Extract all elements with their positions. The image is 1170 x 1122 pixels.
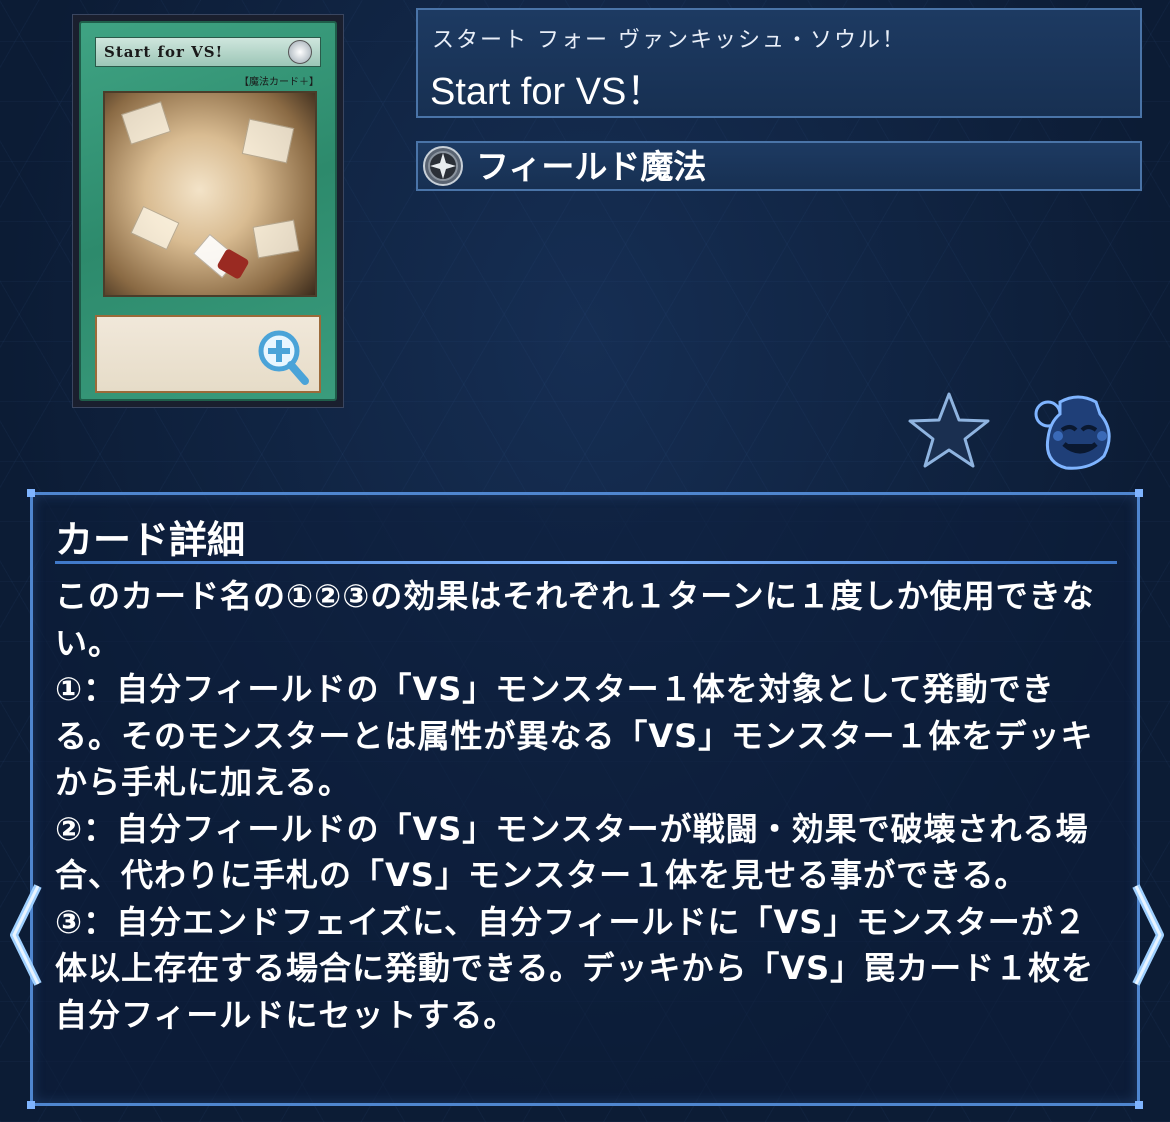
card-detail-panel[interactable]: カード詳細 このカード名の①②③の効果はそれぞれ１ターンに１度しか使用できない。… (27, 489, 1143, 1109)
chevron-left-icon[interactable] (4, 880, 46, 990)
pot-of-greed-icon[interactable] (1030, 392, 1126, 472)
zoom-in-icon[interactable] (257, 329, 311, 387)
card-image-name: Start for VS! (104, 43, 224, 61)
card-artwork (103, 91, 317, 297)
card-name: Start for VS！ (430, 71, 665, 113)
card-type-panel: フィールド魔法 (416, 141, 1142, 191)
card-name-ruby: スタート フォー ヴァンキッシュ・ソウル！ (432, 28, 906, 53)
card-name-bar: Start for VS! (95, 37, 321, 67)
card-face: Start for VS! 【魔法カード＋】 (79, 21, 337, 401)
field-spell-icon (423, 146, 463, 186)
card-type-label: フィールド魔法 (476, 147, 707, 186)
detail-divider (55, 561, 1117, 564)
card-image-type: 【魔法カード＋】 (239, 77, 319, 88)
chevron-right-icon[interactable] (1128, 880, 1170, 990)
card-image[interactable]: Start for VS! 【魔法カード＋】 (72, 14, 344, 408)
star-icon[interactable] (906, 390, 992, 470)
card-effect-text: このカード名の①②③の効果はそれぞれ１ターンに１度しか使用できない。 ①：自分フ… (55, 577, 1095, 1034)
detail-title: カード詳細 (55, 518, 246, 562)
card-name-panel: スタート フォー ヴァンキッシュ・ソウル！ Start for VS！ (416, 8, 1142, 118)
spell-attribute-icon (288, 40, 312, 64)
